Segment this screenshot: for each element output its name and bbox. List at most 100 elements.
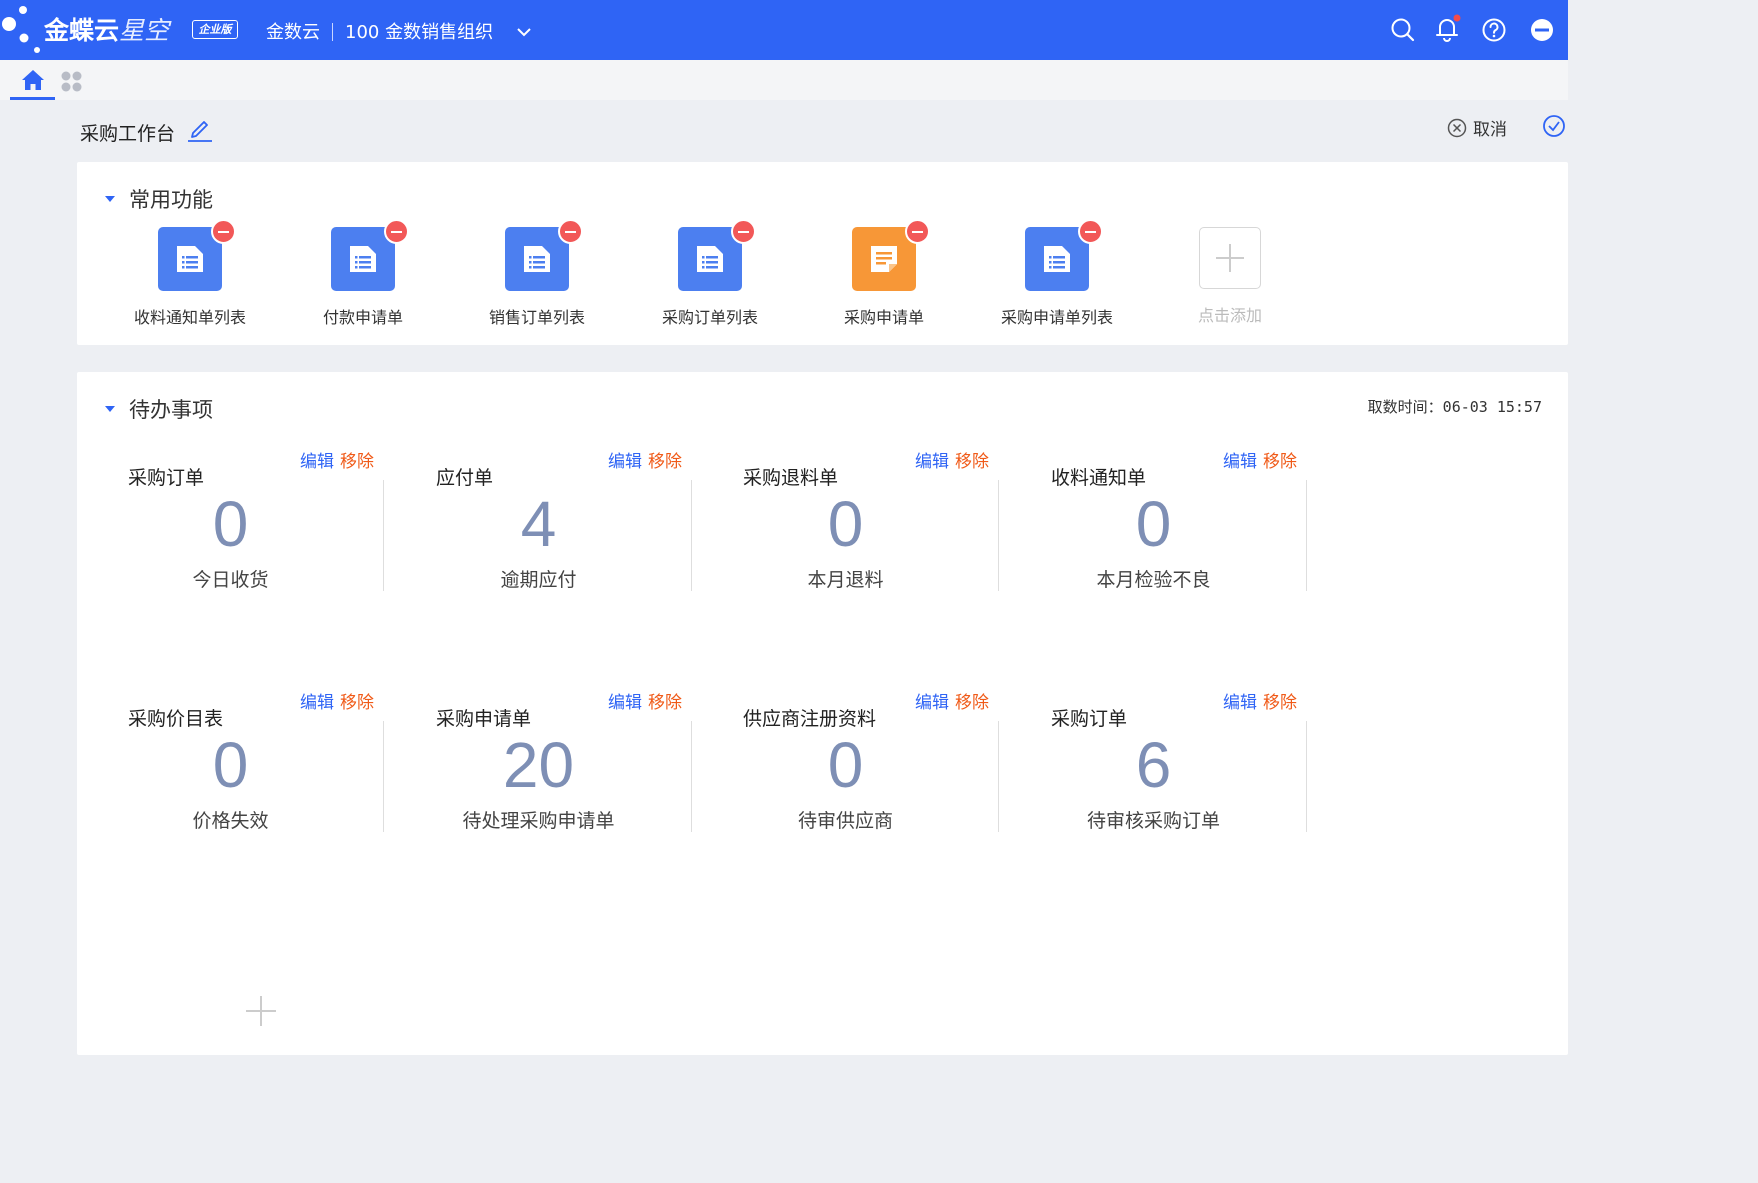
bell-icon[interactable] [1434, 14, 1462, 44]
todo-label: 今日收货 [192, 569, 269, 591]
todo-title: 收料通知单 [1051, 467, 1147, 489]
function-item[interactable]: 采购订单列表 [635, 219, 785, 328]
todo-label: 本月检验不良 [1096, 569, 1211, 591]
todo-item[interactable]: 采购申请单 编辑 移除 20 待处理采购申请单 [385, 688, 692, 848]
remove-shortcut-icon[interactable] [731, 219, 756, 244]
add-function-label: 点击添加 [1197, 306, 1262, 325]
todo-actions: 编辑 移除 [608, 688, 682, 713]
todo-item[interactable]: 采购订单 编辑 移除 0 今日收货 [77, 447, 384, 607]
remove-shortcut-icon[interactable] [558, 219, 583, 244]
tab-home[interactable] [10, 60, 55, 100]
org-switcher[interactable]: 金数云 100 金数销售组织 [266, 18, 493, 44]
function-item[interactable]: 采购申请单列表 [982, 219, 1132, 328]
todo-count[interactable]: 20 [385, 728, 692, 802]
chevron-down-icon[interactable] [514, 22, 534, 42]
function-item[interactable]: 付款申请单 [288, 219, 438, 328]
todo-title: 采购订单 [1051, 708, 1128, 730]
todo-label: 待审核采购订单 [1086, 810, 1220, 832]
cancel-button[interactable]: 取消 [1447, 115, 1507, 140]
todo-item[interactable]: 应付单 编辑 移除 4 逾期应付 [385, 447, 692, 607]
edit-link[interactable]: 编辑 [300, 447, 334, 472]
todo-actions: 编辑 移除 [608, 447, 682, 472]
todo-item[interactable]: 采购订单 编辑 移除 6 待审核采购订单 [1000, 688, 1307, 848]
tab-bar [0, 60, 1568, 100]
edit-link[interactable]: 编辑 [1223, 447, 1257, 472]
edit-link[interactable]: 编辑 [608, 447, 642, 472]
edit-pencil-icon[interactable] [186, 115, 214, 143]
todo-title: 采购申请单 [436, 708, 532, 730]
todo-count[interactable]: 0 [1000, 487, 1307, 561]
remove-link[interactable]: 移除 [648, 688, 682, 713]
add-todo-plus-icon[interactable] [245, 995, 277, 1027]
todo-title: 采购退料单 [743, 467, 839, 489]
search-icon[interactable] [1390, 17, 1416, 43]
todo-count[interactable]: 0 [692, 728, 999, 802]
todo-title: 采购订单 [128, 467, 205, 489]
remove-shortcut-icon[interactable] [211, 219, 236, 244]
todo-item[interactable]: 收料通知单 编辑 移除 0 本月检验不良 [1000, 447, 1307, 607]
remove-link[interactable]: 移除 [955, 688, 989, 713]
remove-link[interactable]: 移除 [340, 688, 374, 713]
user-menu-icon[interactable] [1529, 17, 1555, 43]
todo-item[interactable]: 供应商注册资料 编辑 移除 0 待审供应商 [692, 688, 999, 848]
function-item[interactable]: 销售订单列表 [462, 219, 612, 328]
function-label: 销售订单列表 [488, 308, 585, 327]
remove-shortcut-icon[interactable] [905, 219, 930, 244]
brand-primary: 金蝶云 [44, 16, 120, 45]
todo-title: 应付单 [436, 467, 494, 489]
function-label: 付款申请单 [322, 308, 403, 327]
edit-link[interactable]: 编辑 [915, 688, 949, 713]
common-functions-header[interactable]: 常用功能 [105, 184, 213, 214]
todo-header[interactable]: 待办事项 [105, 394, 213, 424]
document-list-icon [158, 219, 236, 291]
tenant-name: 金数云 [266, 22, 320, 43]
remove-shortcut-icon[interactable] [384, 219, 409, 244]
help-icon[interactable] [1481, 17, 1507, 43]
edit-link[interactable]: 编辑 [915, 447, 949, 472]
function-label: 采购订单列表 [661, 308, 758, 327]
todo-actions: 编辑 移除 [915, 447, 989, 472]
remove-shortcut-icon[interactable] [1078, 219, 1103, 244]
todo-item[interactable]: 采购价目表 编辑 移除 0 价格失效 [77, 688, 384, 848]
edit-link[interactable]: 编辑 [608, 688, 642, 713]
close-circle-icon [1447, 118, 1467, 137]
todo-count[interactable]: 6 [1000, 728, 1307, 802]
document-list-icon [331, 219, 409, 291]
apps-grid-icon[interactable] [60, 70, 84, 94]
todo-count[interactable]: 0 [77, 487, 384, 561]
org-separator [332, 23, 333, 41]
document-list-icon [678, 219, 756, 291]
function-item[interactable]: 收料通知单列表 [115, 219, 265, 328]
divider [998, 721, 999, 832]
todo-actions: 编辑 移除 [300, 688, 374, 713]
todo-item[interactable]: 采购退料单 编辑 移除 0 本月退料 [692, 447, 999, 607]
todo-count[interactable]: 0 [77, 728, 384, 802]
todo-title: 采购价目表 [128, 708, 224, 730]
remove-link[interactable]: 移除 [1263, 688, 1297, 713]
todo-count[interactable]: 0 [692, 487, 999, 561]
page-title: 采购工作台 [80, 123, 176, 145]
edit-link[interactable]: 编辑 [1223, 688, 1257, 713]
confirm-check-icon[interactable] [1542, 114, 1566, 138]
todo-actions: 编辑 移除 [1223, 688, 1297, 713]
todo-actions: 编辑 移除 [300, 447, 374, 472]
remove-link[interactable]: 移除 [1263, 447, 1297, 472]
collapse-triangle-icon [105, 196, 115, 202]
plus-icon [1199, 227, 1261, 289]
cancel-label: 取消 [1473, 120, 1507, 140]
divider [1306, 480, 1307, 591]
top-bar: 金蝶云星空 企业版 金数云 100 金数销售组织 [0, 0, 1568, 60]
divider [1306, 721, 1307, 832]
function-item[interactable]: 采购申请单 [809, 219, 959, 328]
add-function-button[interactable]: 点击添加 [1155, 227, 1305, 326]
todo-count[interactable]: 4 [385, 487, 692, 561]
remove-link[interactable]: 移除 [340, 447, 374, 472]
edit-link[interactable]: 编辑 [300, 688, 334, 713]
remove-link[interactable]: 移除 [648, 447, 682, 472]
brand-logo[interactable]: 金蝶云星空 [44, 11, 169, 47]
logo-dots-icon [2, 6, 40, 53]
todo-label: 待审供应商 [797, 810, 893, 832]
divider [383, 480, 384, 591]
function-label: 采购申请单列表 [1000, 308, 1113, 327]
remove-link[interactable]: 移除 [955, 447, 989, 472]
